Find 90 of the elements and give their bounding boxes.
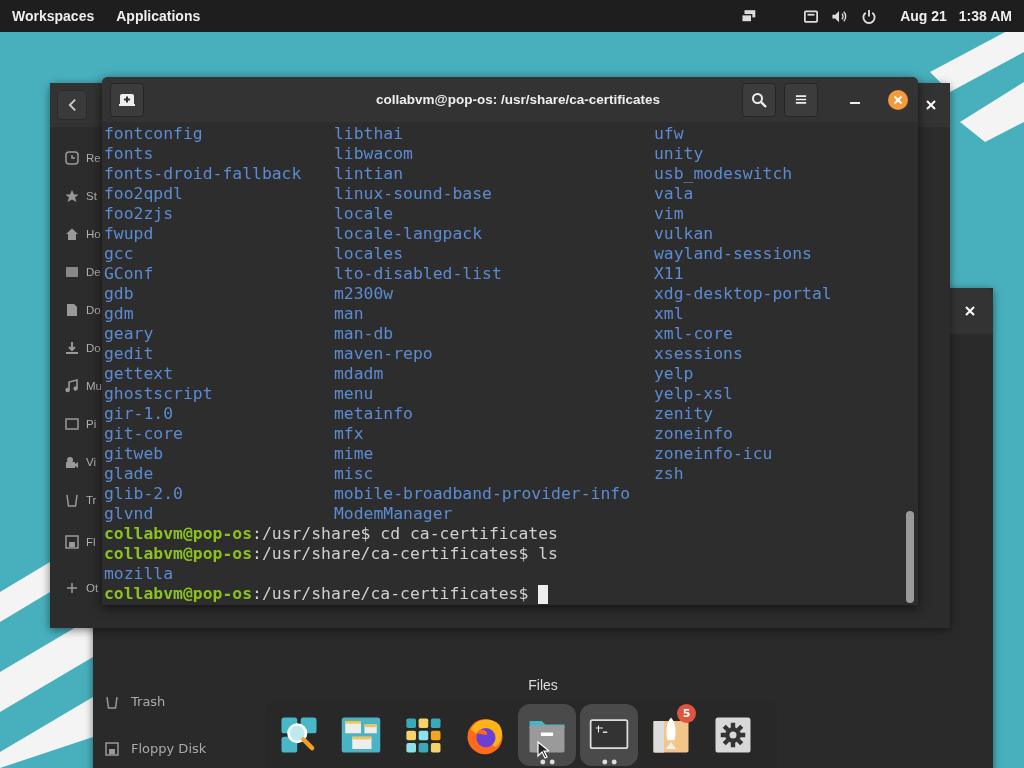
directory-name: xml bbox=[654, 304, 684, 324]
sidebar-item[interactable]: Tr bbox=[86, 494, 97, 506]
directory-name: yelp bbox=[654, 364, 694, 384]
directory-name: ghostscript bbox=[104, 384, 213, 404]
directory-name: X11 bbox=[654, 264, 684, 284]
directory-name: wayland-sessions bbox=[654, 244, 812, 264]
directory-name: yelp-xsl bbox=[654, 384, 733, 404]
directory-name: zoneinfo-icu bbox=[654, 444, 773, 464]
prompt-user: collabvm@pop-os bbox=[104, 524, 253, 544]
directory-name: locales bbox=[334, 244, 404, 264]
directory-name: maven-repo bbox=[334, 344, 433, 364]
directory-name: xsessions bbox=[654, 344, 743, 364]
directory-name: fonts-droid-fallback bbox=[104, 164, 302, 184]
directory-name: mobile-broadband-provider-info bbox=[334, 484, 631, 504]
command-text: $ cd ca-certificates bbox=[360, 524, 558, 544]
directory-name: m2300w bbox=[334, 284, 394, 304]
date-label[interactable]: Aug 21 bbox=[900, 8, 947, 24]
directory-name: linux-sound-base bbox=[334, 184, 492, 204]
directory-name: libthai bbox=[334, 124, 404, 144]
sidebar-item[interactable]: De bbox=[86, 266, 101, 278]
sidebar-item[interactable]: Floppy Disk bbox=[131, 741, 207, 756]
clock-label[interactable]: 1:38 AM bbox=[958, 8, 1012, 24]
directory-name: glib-2.0 bbox=[104, 484, 183, 504]
directory-name: gettext bbox=[104, 364, 174, 384]
directory-name: glade bbox=[104, 464, 154, 484]
sidebar-item[interactable]: Re bbox=[86, 152, 101, 164]
directory-name: foo2zjs bbox=[104, 204, 174, 224]
directory-name: fontconfig bbox=[104, 124, 203, 144]
directory-name: xdg-desktop-portal bbox=[654, 284, 832, 304]
directory-name: gcc bbox=[104, 244, 134, 264]
prompt-path: :/usr/share bbox=[252, 524, 361, 544]
notification-badge: 5 bbox=[677, 703, 696, 723]
directory-name: mime bbox=[334, 444, 374, 464]
directory-name: gdm bbox=[104, 304, 134, 324]
directory-name: ufw bbox=[654, 124, 684, 144]
directory-name: GConf bbox=[104, 264, 154, 284]
directory-name: ModemManager bbox=[334, 504, 453, 524]
directory-name: xml-core bbox=[654, 324, 733, 344]
directory-name: zenity bbox=[654, 404, 714, 424]
sidebar-item[interactable]: Do bbox=[86, 342, 101, 354]
workspaces-button[interactable]: Workspaces bbox=[12, 8, 95, 24]
directory-name: libwacom bbox=[334, 144, 413, 164]
tooltip-label: Files bbox=[528, 677, 558, 693]
prompt-user: collabvm@pop-os bbox=[104, 584, 253, 604]
directory-name: zsh bbox=[654, 464, 684, 484]
directory-name: git-core bbox=[104, 424, 183, 444]
directory-name: locale-langpack bbox=[334, 224, 483, 244]
directory-name: fonts bbox=[104, 144, 154, 164]
directory-name: glvnd bbox=[104, 504, 154, 524]
sidebar-item[interactable]: Fl bbox=[86, 536, 96, 548]
directory-name: vulkan bbox=[654, 224, 714, 244]
prompt-user: collabvm@pop-os bbox=[104, 544, 253, 564]
sidebar-item[interactable]: Ot bbox=[86, 582, 99, 594]
directory-name: unity bbox=[654, 144, 704, 164]
directory-name: mozilla bbox=[104, 564, 174, 584]
directory-name: gir-1.0 bbox=[104, 404, 174, 424]
applications-button[interactable]: Applications bbox=[116, 8, 201, 24]
prompt-path: :/usr/share/ca-certificates bbox=[252, 584, 519, 604]
sidebar-item[interactable]: Mu bbox=[86, 380, 102, 392]
directory-name: vim bbox=[654, 204, 684, 224]
command-text: $ ls bbox=[518, 544, 558, 564]
sidebar-item[interactable]: Pi bbox=[86, 418, 97, 430]
sidebar-item[interactable]: Do bbox=[86, 304, 101, 316]
directory-name: zoneinfo bbox=[654, 424, 733, 444]
directory-name: metainfo bbox=[334, 404, 413, 424]
directory-name: gdb bbox=[104, 284, 134, 304]
directory-name: fwupd bbox=[104, 224, 154, 244]
sidebar-item[interactable]: Trash bbox=[131, 694, 166, 709]
dock-item[interactable]: 5 bbox=[642, 703, 700, 766]
directory-name: usb_modeswitch bbox=[654, 164, 793, 184]
directory-name: menu bbox=[334, 384, 374, 404]
directory-name: gedit bbox=[104, 344, 154, 364]
directory-name: mfx bbox=[334, 424, 364, 444]
window-title: collabvm@pop-os: /usr/share/ca-certificates bbox=[375, 92, 661, 107]
directory-name: locale bbox=[334, 204, 394, 224]
directory-name: gitweb bbox=[104, 444, 164, 464]
directory-name: misc bbox=[334, 464, 374, 484]
directory-name: foo2qpdl bbox=[104, 184, 183, 204]
sidebar-item[interactable]: Ho bbox=[86, 228, 101, 240]
directory-name: man-db bbox=[334, 324, 394, 344]
directory-name: lto-disabled-list bbox=[334, 264, 502, 284]
directory-name: lintian bbox=[334, 164, 404, 184]
sidebar-item[interactable]: St bbox=[86, 190, 97, 202]
command-text: $ bbox=[518, 584, 529, 604]
directory-name: geary bbox=[104, 324, 154, 344]
sidebar-item[interactable]: Vi bbox=[86, 456, 97, 468]
prompt-path: :/usr/share/ca-certificates bbox=[252, 544, 519, 564]
directory-name: mdadm bbox=[334, 364, 384, 384]
directory-name: man bbox=[334, 304, 364, 324]
directory-name: vala bbox=[654, 184, 694, 204]
